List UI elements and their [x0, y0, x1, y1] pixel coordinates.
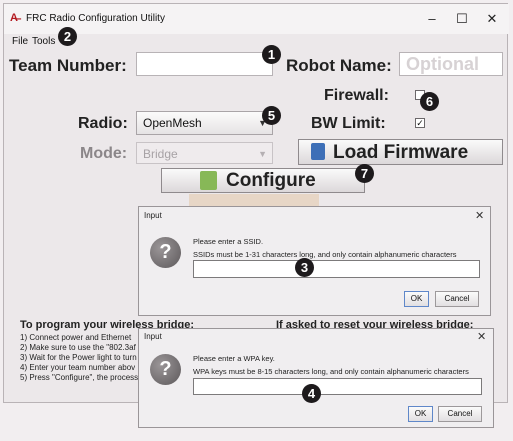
team-number-input[interactable]: [136, 52, 273, 76]
wpa-message: Please enter a WPA key.: [193, 354, 275, 363]
bw-limit-label: BW Limit:: [311, 115, 386, 132]
badge-3: 3: [295, 258, 314, 277]
ssid-dialog-close-icon[interactable]: ✕: [475, 209, 484, 222]
robot-name-input[interactable]: Optional: [399, 52, 503, 76]
ssid-detail: SSIDs must be 1-31 characters long, and …: [193, 250, 457, 259]
ssid-cancel-button[interactable]: Cancel: [435, 291, 479, 307]
badge-4: 4: [302, 384, 321, 403]
wpa-detail: WPA keys must be 8-15 characters long, a…: [193, 367, 469, 376]
menu-tools[interactable]: Tools: [32, 36, 55, 47]
instruction-step: 4) Enter your team number abov: [20, 363, 136, 372]
menu-bar: [4, 34, 509, 50]
radio-label: Radio:: [78, 115, 128, 132]
wpa-dialog: Input ✕ ? Please enter a WPA key. WPA ke…: [138, 328, 494, 428]
window-title: FRC Radio Configuration Utility: [26, 13, 165, 24]
load-firmware-label: Load Firmware: [333, 142, 469, 163]
bw-limit-checkbox[interactable]: ✓: [415, 118, 425, 128]
wpa-cancel-button[interactable]: Cancel: [438, 406, 482, 422]
maximize-button[interactable]: ☐: [447, 8, 477, 30]
radio-select-value: OpenMesh: [143, 116, 202, 130]
menu-file[interactable]: File: [12, 36, 28, 47]
badge-6: 6: [420, 92, 439, 111]
mode-label: Mode:: [80, 145, 128, 162]
configure-label: Configure: [226, 170, 316, 191]
instruction-step: 1) Connect power and Ethernet: [20, 333, 132, 342]
instruction-step: 3) Wait for the Power light to turn: [20, 353, 137, 362]
wpa-dialog-close-icon[interactable]: ✕: [477, 330, 486, 343]
close-button[interactable]: ✕: [477, 8, 507, 30]
badge-7: 7: [355, 164, 374, 183]
ssid-dialog: Input ✕ ? Please enter a SSID. SSIDs mus…: [138, 206, 491, 316]
app-logo-icon: A̶: [10, 12, 18, 24]
robot-name-label: Robot Name:: [286, 56, 392, 75]
dropdown-arrow-icon: ▼: [258, 149, 267, 159]
ssid-ok-button[interactable]: OK: [404, 291, 429, 307]
ssid-message: Please enter a SSID.: [193, 237, 264, 246]
wpa-ok-button[interactable]: OK: [408, 406, 433, 422]
mode-select-value: Bridge: [143, 147, 178, 161]
ssid-dialog-title: Input: [144, 211, 162, 220]
radio-select[interactable]: OpenMesh ▼: [136, 111, 273, 135]
badge-1: 1: [262, 45, 281, 64]
firewall-label: Firewall:: [324, 87, 389, 104]
ssid-input[interactable]: [193, 260, 480, 278]
instruction-step: 2) Make sure to use the "802.3af: [20, 343, 136, 352]
badge-2: 2: [58, 27, 77, 46]
team-number-label: Team Number:: [9, 56, 127, 75]
wpa-input[interactable]: [193, 378, 482, 395]
configure-icon: [200, 171, 217, 190]
question-icon: ?: [150, 237, 181, 268]
wpa-dialog-title: Input: [144, 332, 162, 341]
question-icon: ?: [150, 354, 181, 385]
minimize-button[interactable]: –: [417, 8, 447, 30]
instruction-step: 5) Press "Configure", the process: [20, 373, 139, 382]
badge-5: 5: [262, 106, 281, 125]
mode-select: Bridge ▼: [136, 142, 273, 164]
load-firmware-button[interactable]: Load Firmware: [298, 139, 503, 165]
firmware-icon: [311, 143, 325, 160]
configure-button[interactable]: Configure: [161, 168, 365, 193]
